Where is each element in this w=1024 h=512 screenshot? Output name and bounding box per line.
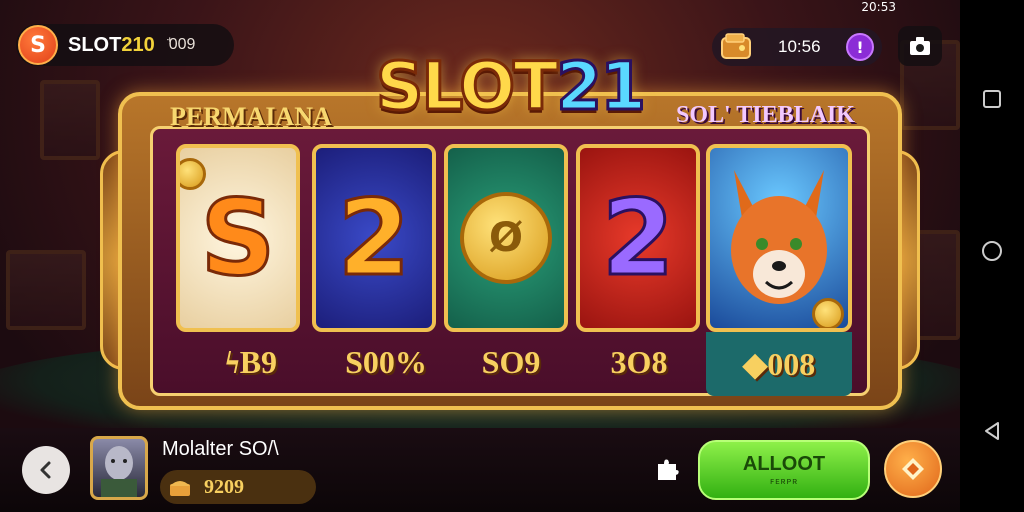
background-slot-left — [6, 250, 86, 330]
home-button[interactable] — [980, 239, 1004, 263]
game-screen: 20:53 S SLOT210 ꜗ009 10:56 ! PERMAIANA S… — [0, 0, 960, 512]
reel-1: S — [176, 144, 300, 332]
reel-4: 2 — [576, 144, 700, 332]
game-logo-title: SLOT21 — [374, 47, 647, 127]
reel-symbol-4: 2 — [600, 177, 675, 299]
circle-icon — [982, 241, 1002, 261]
headline-right: SOL' TIEBLAIK — [676, 102, 855, 128]
reel-symbol-1: S — [199, 177, 277, 299]
boost-icon — [902, 458, 924, 480]
player-name: Molalter SO/\ — [162, 438, 279, 460]
reel-value-3: SO9 — [481, 344, 541, 380]
camera-icon — [910, 37, 930, 55]
reel-value-1: ϟB9 — [224, 344, 278, 380]
coin-icon — [812, 298, 844, 328]
wallet-icon — [721, 33, 751, 59]
reel-3: Ø — [444, 144, 568, 332]
brand-pill[interactable]: S SLOT210 ꜗ009 — [16, 24, 234, 66]
camera-button[interactable] — [898, 26, 942, 66]
brand-count: ꜗ009 — [168, 36, 196, 53]
square-icon — [983, 90, 1001, 108]
gold-coin-icon: Ø — [460, 192, 552, 284]
puzzle-icon — [658, 459, 679, 480]
android-navigation-bar — [960, 0, 1024, 512]
status-time: 20:53 — [861, 0, 896, 14]
reel-value-5: ◆008 — [706, 332, 852, 396]
info-icon[interactable]: ! — [846, 33, 874, 61]
wallet-pill[interactable]: 10:56 ! — [712, 28, 882, 66]
back-nav-button[interactable] — [980, 419, 1004, 443]
headline-left: PERMAIANA — [170, 102, 332, 131]
boost-button[interactable] — [884, 440, 942, 498]
puzzle-button[interactable] — [650, 452, 684, 486]
back-arrow-icon — [40, 461, 51, 479]
triangle-back-icon — [985, 422, 999, 440]
spin-sublabel: ꜰᴇʀᴘʀ — [769, 476, 799, 486]
avatar-portrait-icon — [101, 446, 137, 497]
reel-symbol-2: 2 — [336, 177, 411, 299]
reel-value-2: S00% — [345, 344, 427, 380]
background-picture-left — [40, 80, 100, 160]
spin-button[interactable]: ALLOOT ꜰᴇʀᴘʀ — [698, 440, 870, 500]
chest-icon — [170, 481, 190, 496]
reel-2: 2 — [312, 144, 436, 332]
recents-button[interactable] — [980, 87, 1004, 111]
status-bar: 20:53 — [861, 0, 896, 14]
brand-logo-icon: S — [18, 25, 58, 65]
reel-value-4: 3O8 — [610, 344, 668, 380]
brand-name: SLOT210 — [68, 33, 155, 56]
spin-label: ALLOOT — [742, 453, 826, 475]
balance-pill: 9209 — [160, 470, 316, 504]
wallet-time: 10:56 — [778, 37, 821, 56]
reel-5 — [706, 144, 852, 332]
balance-value: 9209 — [204, 475, 244, 498]
avatar[interactable] — [90, 436, 148, 500]
back-button[interactable] — [22, 446, 70, 494]
